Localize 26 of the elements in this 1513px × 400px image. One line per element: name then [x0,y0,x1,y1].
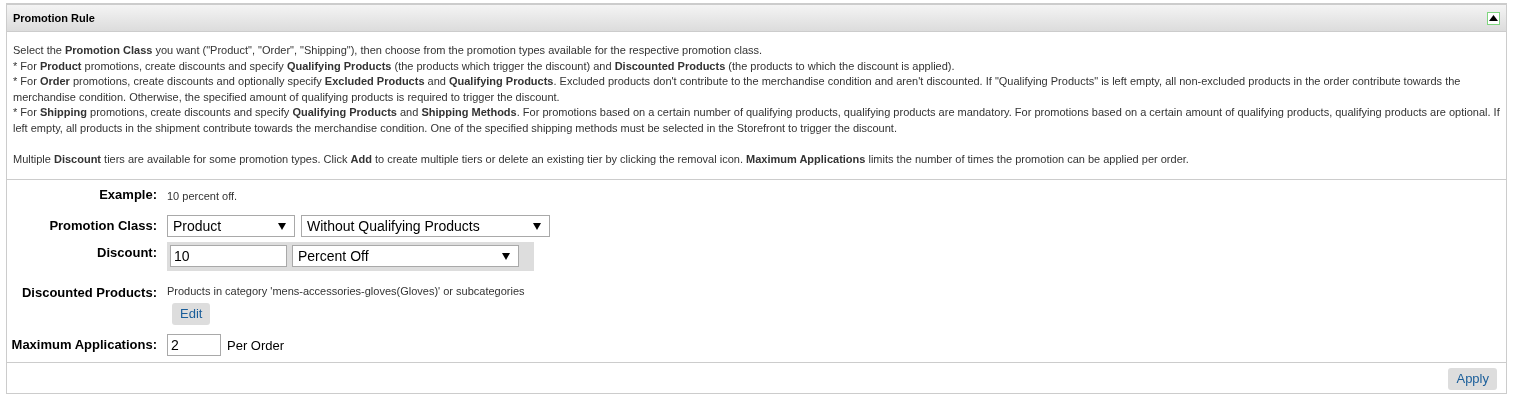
caret-icon [278,222,286,230]
edit-button[interactable]: Edit [172,303,211,325]
example-text: 10 percent off. [167,190,238,202]
apply-button[interactable]: Apply [1448,368,1497,390]
description-paragraph: * For Product promotions, create discounts and specify Qualifying Products (the products which trigger the discount) and Discounted Products (the products to which the discount is applied). [13,58,956,74]
discounted-products-text: Products in category 'mens-accessories-gloves(Gloves)' or subcategories [167,285,526,297]
field-label: Example: [99,187,157,202]
field-label: Maximum Applications: [11,337,157,352]
field-label: Discount: [97,245,157,260]
unit-text: Per Order [227,337,285,353]
panel-title: Promotion Rule [13,12,95,24]
maximum-applications-input[interactable]: 2 [167,334,221,356]
description-paragraph: * For Shipping promotions, create discounts and specify Qualifying Products and Shipping Methods. For promotions based on a certain number of qualifying products, qualifying products are mandatory. For promotions based on a certain amount of qualifying products, qualifying products are optional. If left empty, all products in the shipment contribute towards the merchandise condition. One of the specified shipping methods must be selected in the Storefront to trigger the discount. [13,105,1500,136]
field-label: Discounted Products: [21,285,157,300]
field-label: Promotion Class: [49,218,157,233]
caret-icon [502,252,510,260]
dropdown[interactable]: Percent Off [292,245,519,267]
caret-icon [533,222,541,230]
dropdown[interactable]: Product [167,215,295,237]
description-paragraph: * For Order promotions, create discounts and optionally specify Excluded Products and Qualifying Products. Excluded products don't contribute to the merchandise condition and aren't discounted. If "Qualifying Products" is left empty, all non-excluded products in the order contribute towards the merchandise condition. Otherwise, the specified amount of qualifying products is required to trigger the discount. [13,74,1462,105]
dropdown[interactable]: Without Qualifying Products [301,215,550,237]
description-paragraph: Multiple Discount tiers are available for some promotion types. Click Add to create multiple tiers or delete an existing tier by clicking the removal icon. Maximum Applications limits the number of times the promotion can be applied per order. [13,151,1190,167]
collapse-button[interactable] [1487,11,1500,25]
amount-input[interactable]: 10 [170,245,287,267]
description-paragraph: Select the Promotion Class you want ("Product", "Order", "Shipping"), then choose from the promotion types available for the respective promotion class. [13,43,764,58]
up-triangle-icon [1489,15,1498,21]
